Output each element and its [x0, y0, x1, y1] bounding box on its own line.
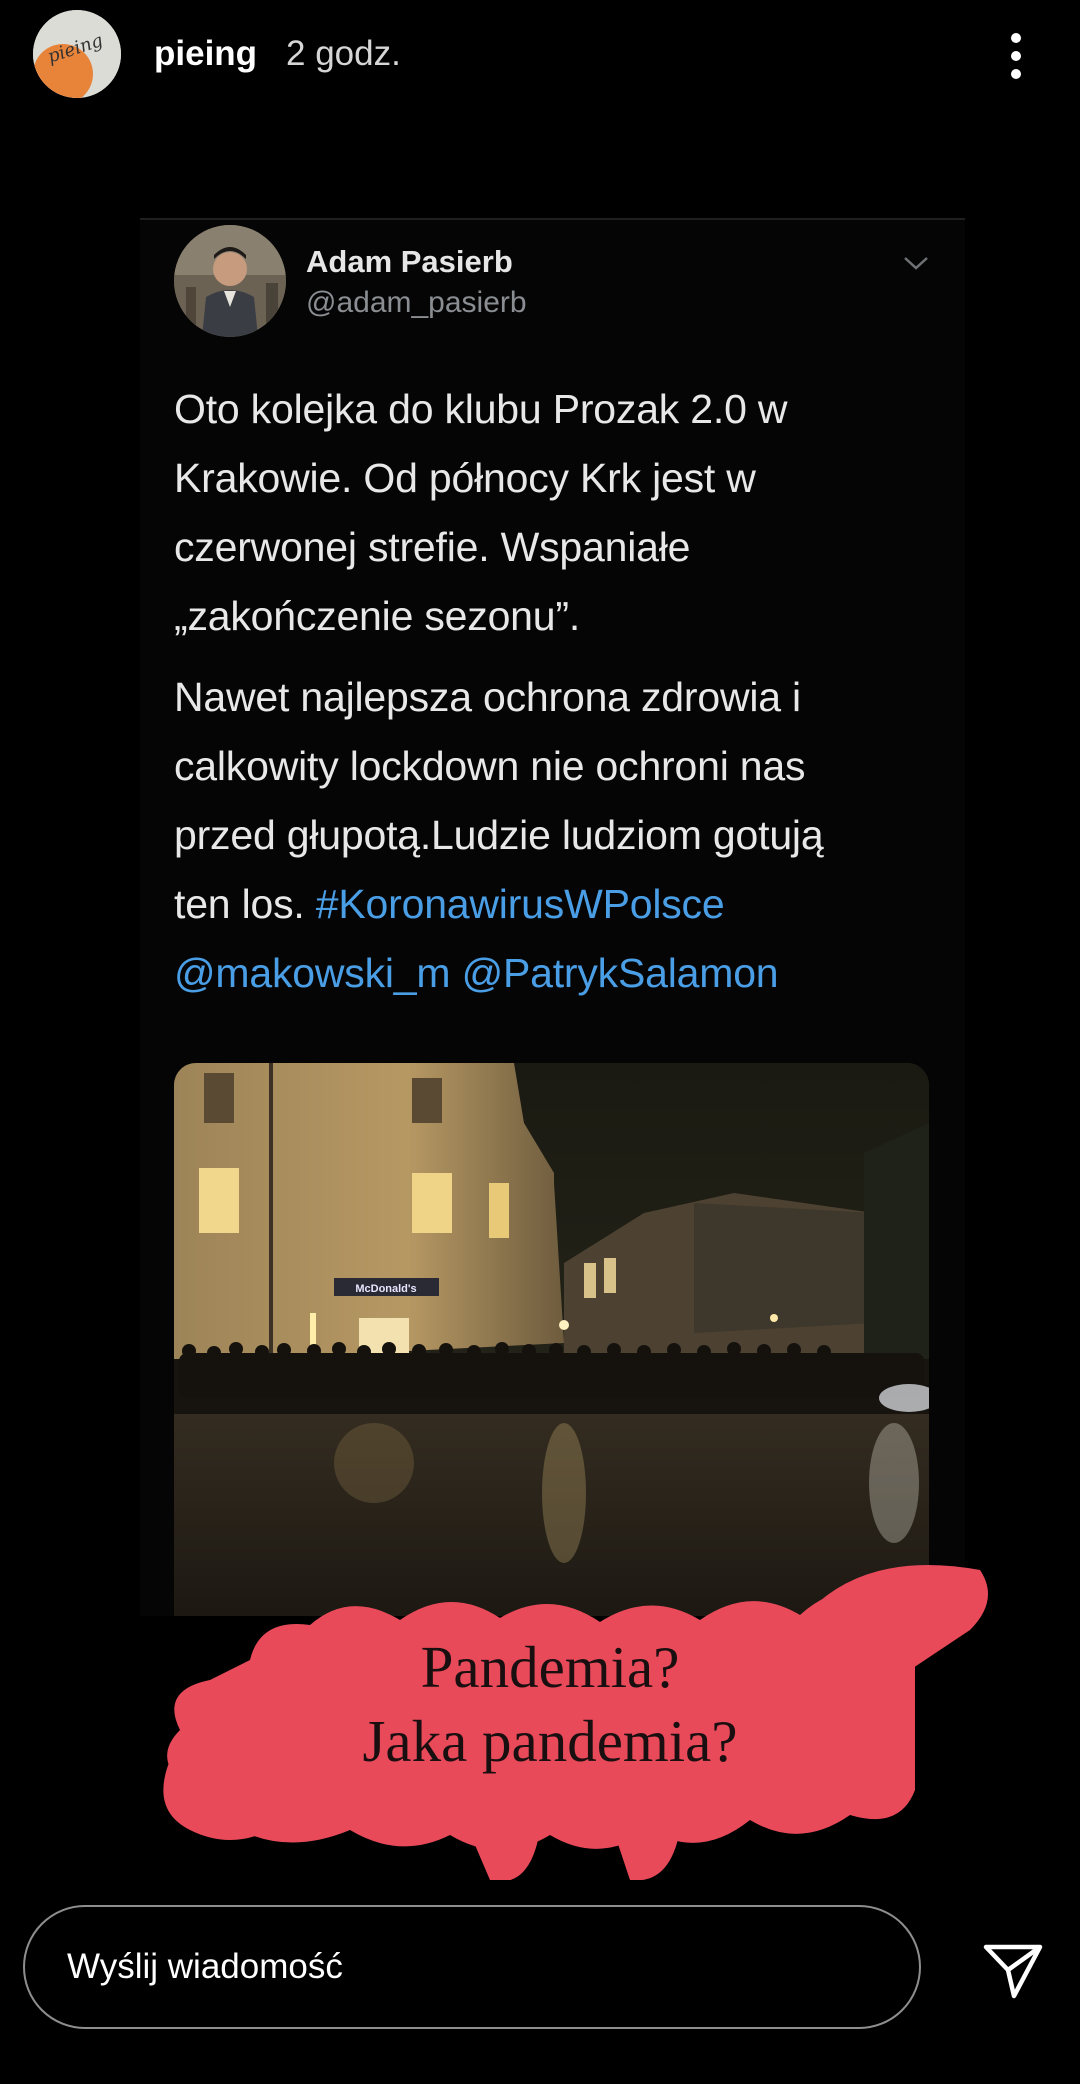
- tweet-line: Oto kolejka do klubu Prozak 2.0 w: [174, 386, 788, 432]
- tweet-line: ten los. #KoronawirusWPolsce: [174, 870, 934, 939]
- tweet-paragraph-2: Nawet najlepsza ochrona zdrowia i calkow…: [174, 663, 934, 1008]
- story-header: pieing pieing 2 godz.: [0, 0, 1080, 110]
- tweet-author-handle: @adam_pasierb: [306, 286, 527, 319]
- reply-bar: Wyślij wiadomość: [0, 1880, 1080, 2084]
- mention-link[interactable]: @PatrykSalamon: [462, 950, 779, 996]
- tweet-author-name: Adam Pasierb: [306, 244, 513, 279]
- sticker-line-2: Jaka pandemia?: [362, 1708, 738, 1774]
- story-timestamp: 2 godz.: [286, 34, 401, 73]
- tweet-line: calkowity lockdown nie ochroni nas: [174, 743, 806, 789]
- message-placeholder: Wyślij wiadomość: [67, 1947, 343, 1986]
- mcdonalds-sign: McDonald's: [355, 1283, 416, 1295]
- tweet-author-avatar: [174, 225, 286, 337]
- tweet-line: @makowski_m @PatrykSalamon: [174, 939, 934, 1008]
- tweet-line: Krakowie. Od północy Krk jest w: [174, 455, 756, 501]
- tweet-line: czerwonej strefie. Wspaniałe: [174, 524, 691, 570]
- hashtag-link[interactable]: #KoronawirusWPolsce: [316, 881, 725, 927]
- profile-avatar[interactable]: pieing: [33, 10, 121, 98]
- message-input[interactable]: Wyślij wiadomość: [23, 1905, 921, 2029]
- tweet-line: przed głupotą.Ludzie ludziom gotują: [174, 812, 824, 858]
- tweet-line: „zakończenie sezonu”.: [174, 593, 581, 639]
- mention-link[interactable]: @makowski_m: [174, 950, 451, 996]
- tweet-text-fragment: ten los.: [174, 881, 316, 927]
- sticker-text: Pandemia? Jaka pandemia?: [110, 1630, 990, 1778]
- tweet-screenshot: Adam Pasierb @adam_pasierb Oto kolejka d…: [140, 218, 965, 1616]
- story-username[interactable]: pieing: [154, 34, 257, 74]
- tweet-paragraph-1: Oto kolejka do klubu Prozak 2.0 w Krakow…: [174, 375, 934, 651]
- chevron-down-icon: [904, 257, 928, 270]
- paper-plane-icon[interactable]: [982, 1942, 1044, 2000]
- sticker-line-1: Pandemia?: [420, 1634, 680, 1700]
- tweet-line: Nawet najlepsza ochrona zdrowia i: [174, 674, 801, 720]
- avatar-image: pieing: [33, 10, 121, 98]
- text-sticker: Pandemia? Jaka pandemia?: [110, 1530, 1000, 1890]
- more-vertical-icon[interactable]: [1000, 28, 1032, 84]
